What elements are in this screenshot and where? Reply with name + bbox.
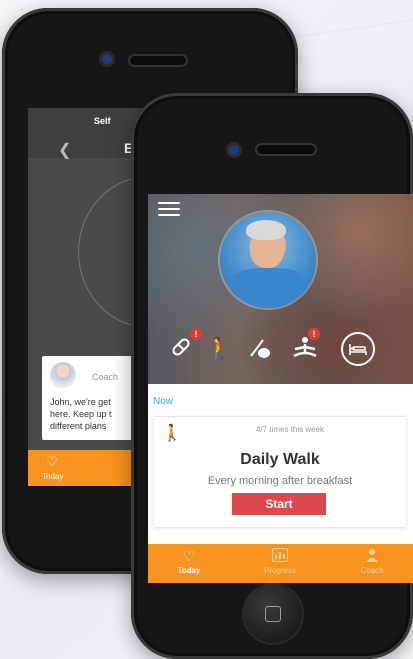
tab-label: Today [177,566,201,575]
walking-icon[interactable]: 🚶 [204,334,234,364]
home-button[interactable] [244,585,302,643]
sleep-icon[interactable] [341,332,375,366]
meditation-icon[interactable]: ! [290,328,320,364]
category-row: ! 🚶 ! [148,328,413,370]
tab-label: Progress [263,566,296,575]
front-phone: ! 🚶 ! Now 🚶 4/7 times this week Daily Wa… [131,93,413,659]
tab-progress[interactable]: Progress [245,544,315,583]
front-phone-speaker [257,145,315,154]
front-phone-screen: ! 🚶 ! Now 🚶 4/7 times this week Daily Wa… [148,194,413,583]
front-phone-camera [229,145,239,155]
back-chevron-icon[interactable]: ❮ [58,140,71,160]
food-icon[interactable] [244,334,274,364]
hero-banner: ! 🚶 ! [148,194,413,384]
section-label-now: Now [153,396,174,407]
tab-label: Coach [360,566,384,575]
activity-progress: 4/7 times this week [255,425,325,434]
coach-label: Coach [92,372,119,382]
tab-coach[interactable]: Coach [337,544,407,583]
start-button[interactable]: Start [232,493,326,515]
heart-outline-icon[interactable]: ♡ [46,454,58,470]
back-tab-today-label[interactable]: Today [42,472,63,481]
hamburger-menu-icon[interactable] [158,202,180,216]
activity-card[interactable]: 🚶 4/7 times this week Daily Walk Every m… [154,416,406,527]
profile-photo[interactable] [220,212,316,308]
alert-badge: ! [308,328,320,340]
activity-subtitle: Every morning after breakfast [207,475,353,487]
bottom-tabbar: ♡ Today Progress Coach [148,544,413,583]
heart-outline-icon: ♡ [182,548,196,564]
alert-badge: ! [190,328,202,340]
tab-today[interactable]: ♡ Today [154,544,224,583]
activity-title: Daily Walk [240,451,320,468]
tab-self[interactable]: Self [94,116,111,126]
coach-avatar [50,362,76,388]
back-phone-speaker [130,56,186,65]
pill-icon[interactable]: ! [166,328,202,364]
person-icon [337,548,407,564]
back-phone-camera [102,54,112,64]
chart-icon [245,548,315,564]
